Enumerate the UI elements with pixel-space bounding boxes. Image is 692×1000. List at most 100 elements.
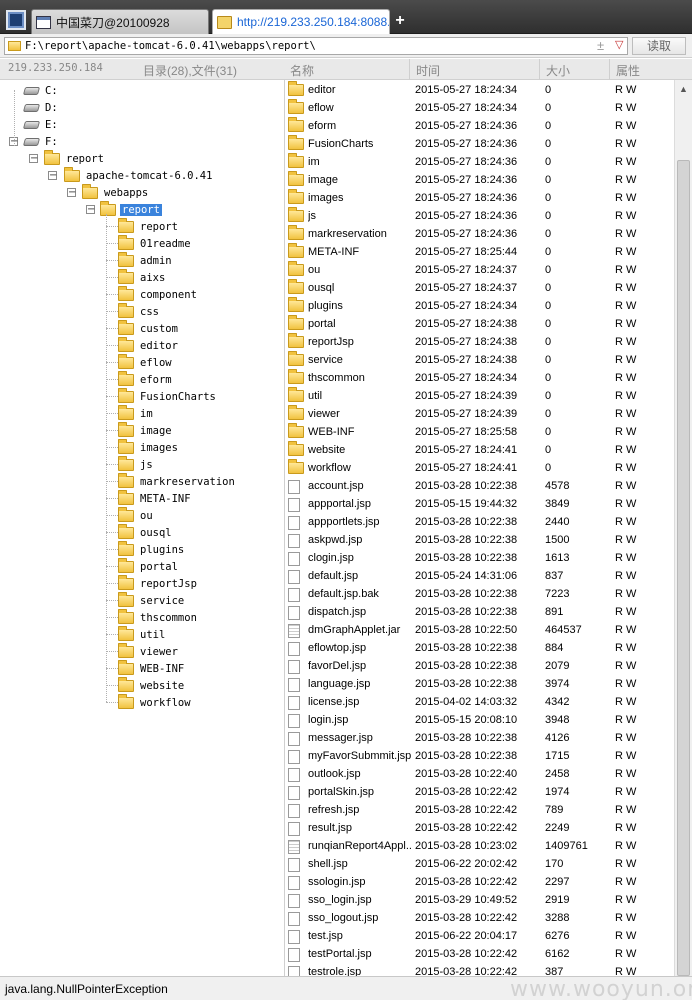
file-row[interactable]: im 2015-05-27 18:24:36 0 R W [285, 153, 674, 171]
tree-folder[interactable]: editor [118, 336, 180, 354]
file-row[interactable]: plugins 2015-05-27 18:24:34 0 R W [285, 297, 674, 315]
tree-drive[interactable]: F: [22, 133, 60, 150]
collapse-toggle[interactable]: − [29, 154, 38, 164]
tree-drive[interactable]: D: [22, 99, 60, 116]
tree-folder[interactable]: META-INF [118, 489, 193, 507]
tree-folder[interactable]: thscommon [118, 608, 199, 626]
file-row[interactable]: messager.jsp 2015-03-28 10:22:38 4126 R W [285, 729, 674, 747]
tree-drive[interactable]: C: [22, 82, 60, 99]
file-row[interactable]: portal 2015-05-27 18:24:38 0 R W [285, 315, 674, 333]
file-row[interactable]: ou 2015-05-27 18:24:37 0 R W [285, 261, 674, 279]
tab-file-manager[interactable]: http://219.233.250.184:8088... [212, 9, 390, 34]
file-row[interactable]: default.jsp.bak 2015-03-28 10:22:38 7223 R … [285, 585, 674, 603]
tree-folder[interactable]: workflow [118, 693, 193, 711]
new-tab-button[interactable]: + [392, 12, 408, 30]
file-row[interactable]: login.jsp 2015-05-15 20:08:10 3948 R W [285, 711, 674, 729]
tree-folder[interactable]: portal [118, 557, 180, 575]
tree-folder[interactable]: eflow [118, 353, 174, 371]
file-row[interactable]: language.jsp 2015-03-28 10:22:38 3974 R W [285, 675, 674, 693]
tree-folder[interactable]: css [118, 302, 161, 320]
tree-folder[interactable]: plugins [118, 540, 186, 558]
file-row[interactable]: myFavorSubmmit.jsp 2015-03-28 10:22:38 171… [285, 747, 674, 765]
tree-folder[interactable]: report [118, 217, 180, 235]
tree-folder[interactable]: 01readme [118, 234, 193, 252]
column-name-header[interactable]: 名称 [290, 62, 314, 79]
file-row[interactable]: editor 2015-05-27 18:24:34 0 R W [285, 81, 674, 99]
tree-folder[interactable]: FusionCharts [118, 387, 218, 405]
app-window-icon[interactable] [6, 10, 26, 30]
file-row[interactable]: favorDel.jsp 2015-03-28 10:22:38 2079 R W [285, 657, 674, 675]
tree-folder[interactable]: reportJsp [118, 574, 199, 592]
collapse-toggle[interactable]: − [48, 171, 57, 181]
file-row[interactable]: sso_login.jsp 2015-03-29 10:49:52 2919 R W [285, 891, 674, 909]
file-row[interactable]: outlook.jsp 2015-03-28 10:22:40 2458 R W [285, 765, 674, 783]
file-row[interactable]: appportlets.jsp 2015-03-28 10:22:38 2440 R … [285, 513, 674, 531]
file-row[interactable]: sso_logout.jsp 2015-03-28 10:22:42 3288 R W [285, 909, 674, 927]
collapse-toggle[interactable]: − [67, 188, 76, 198]
tree-drive[interactable]: E: [22, 116, 60, 133]
vertical-scrollbar[interactable]: ▲ [674, 80, 692, 976]
file-row[interactable]: reportJsp 2015-05-27 18:24:38 0 R W [285, 333, 674, 351]
tree-folder[interactable]: ousql [118, 523, 174, 541]
column-size-header[interactable]: 大小 [546, 62, 570, 79]
file-row[interactable]: runqianReport4Appl... 2015-03-28 10:23:02… [285, 837, 674, 855]
file-row[interactable]: license.jsp 2015-04-02 14:03:32 4342 R W [285, 693, 674, 711]
tree-folder[interactable]: ou [118, 506, 155, 524]
tree-folder[interactable]: website [118, 676, 186, 694]
tab-main[interactable]: 中国菜刀@20100928 [31, 9, 209, 34]
file-row[interactable]: markreservation 2015-05-27 18:24:36 0 R W [285, 225, 674, 243]
file-row[interactable]: META-INF 2015-05-27 18:25:44 0 R W [285, 243, 674, 261]
tree-folder[interactable]: images [118, 438, 180, 456]
tree-folder[interactable]: aixs [118, 268, 167, 286]
file-row[interactable]: testPortal.jsp 2015-03-28 10:22:42 6162 R W [285, 945, 674, 963]
tree-folder[interactable]: report [100, 200, 162, 218]
file-row[interactable]: appportal.jsp 2015-05-15 19:44:32 3849 R W [285, 495, 674, 513]
file-row[interactable]: portalSkin.jsp 2015-03-28 10:22:42 1974 R W [285, 783, 674, 801]
file-row[interactable]: clogin.jsp 2015-03-28 10:22:38 1613 R W [285, 549, 674, 567]
file-row[interactable]: WEB-INF 2015-05-27 18:25:58 0 R W [285, 423, 674, 441]
file-row[interactable]: askpwd.jsp 2015-03-28 10:22:38 1500 R W [285, 531, 674, 549]
bookmark-button[interactable]: ± [597, 38, 604, 53]
tree-folder[interactable]: webapps [82, 183, 150, 201]
tree-folder[interactable]: eform [118, 370, 174, 388]
read-button[interactable]: 读取 [632, 37, 686, 55]
file-row[interactable]: eform 2015-05-27 18:24:36 0 R W [285, 117, 674, 135]
file-row[interactable]: result.jsp 2015-03-28 10:22:42 2249 R W [285, 819, 674, 837]
tree-folder[interactable]: WEB-INF [118, 659, 186, 677]
tree-folder[interactable]: markreservation [118, 472, 237, 490]
file-row[interactable]: util 2015-05-27 18:24:39 0 R W [285, 387, 674, 405]
scroll-up-arrow-icon[interactable]: ▲ [679, 84, 688, 94]
column-time-header[interactable]: 时间 [416, 62, 440, 79]
file-row[interactable]: images 2015-05-27 18:24:36 0 R W [285, 189, 674, 207]
tree-folder[interactable]: js [118, 455, 155, 473]
file-row[interactable]: viewer 2015-05-27 18:24:39 0 R W [285, 405, 674, 423]
file-row[interactable]: ssologin.jsp 2015-03-28 10:22:42 2297 R W [285, 873, 674, 891]
file-row[interactable]: dmGraphApplet.jar 2015-03-28 10:22:50 4645… [285, 621, 674, 639]
file-row[interactable]: FusionCharts 2015-05-27 18:24:36 0 R W [285, 135, 674, 153]
column-attr-header[interactable]: 属性 [616, 62, 640, 79]
scrollbar-thumb[interactable] [677, 160, 690, 976]
file-row[interactable]: default.jsp 2015-05-24 14:31:06 837 R W [285, 567, 674, 585]
file-row[interactable]: refresh.jsp 2015-03-28 10:22:42 789 R W [285, 801, 674, 819]
file-row[interactable]: dispatch.jsp 2015-03-28 10:22:38 891 R W [285, 603, 674, 621]
file-row[interactable]: account.jsp 2015-03-28 10:22:38 4578 R W [285, 477, 674, 495]
tree-folder[interactable]: viewer [118, 642, 180, 660]
tree-folder[interactable]: im [118, 404, 155, 422]
file-row[interactable]: thscommon 2015-05-27 18:24:34 0 R W [285, 369, 674, 387]
file-row[interactable]: ousql 2015-05-27 18:24:37 0 R W [285, 279, 674, 297]
file-row[interactable]: website 2015-05-27 18:24:41 0 R W [285, 441, 674, 459]
file-row[interactable]: eflowtop.jsp 2015-03-28 10:22:38 884 R W [285, 639, 674, 657]
tree-folder[interactable]: custom [118, 319, 180, 337]
tree-folder[interactable]: service [118, 591, 186, 609]
tree-folder[interactable]: apache-tomcat-6.0.41 [64, 166, 214, 184]
path-input[interactable] [25, 39, 585, 53]
file-row[interactable]: js 2015-05-27 18:24:36 0 R W [285, 207, 674, 225]
tree-folder[interactable]: util [118, 625, 167, 643]
file-row[interactable]: eflow 2015-05-27 18:24:34 0 R W [285, 99, 674, 117]
tree-folder[interactable]: image [118, 421, 174, 439]
file-row[interactable]: workflow 2015-05-27 18:24:41 0 R W [285, 459, 674, 477]
file-row[interactable]: testrole.jsp 2015-03-28 10:22:42 387 R W [285, 963, 674, 976]
file-row[interactable]: shell.jsp 2015-06-22 20:02:42 170 R W [285, 855, 674, 873]
file-row[interactable]: service 2015-05-27 18:24:38 0 R W [285, 351, 674, 369]
tree-folder[interactable]: admin [118, 251, 174, 269]
